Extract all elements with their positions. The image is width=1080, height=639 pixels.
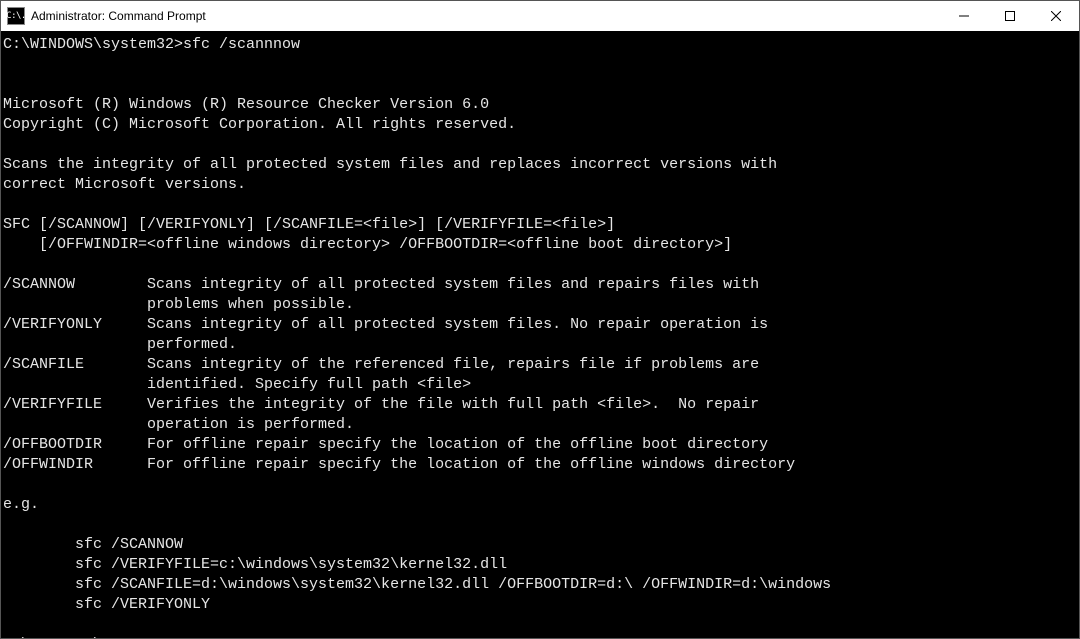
terminal-line: performed.: [3, 335, 1077, 355]
terminal-line: e.g.: [3, 495, 1077, 515]
terminal-line: [3, 255, 1077, 275]
terminal-line: /OFFWINDIR For offline repair specify th…: [3, 455, 1077, 475]
maximize-icon: [1005, 11, 1015, 21]
terminal-line: SFC [/SCANNOW] [/VERIFYONLY] [/SCANFILE=…: [3, 215, 1077, 235]
command-prompt-window: C:\. Administrator: Command Prompt C:\WI…: [0, 0, 1080, 639]
terminal-line: /OFFBOOTDIR For offline repair specify t…: [3, 435, 1077, 455]
terminal-line: C:\WINDOWS\system32>: [3, 635, 1077, 638]
terminal-line: [3, 135, 1077, 155]
terminal-line: [3, 75, 1077, 95]
window-title: Administrator: Command Prompt: [31, 9, 206, 23]
titlebar[interactable]: C:\. Administrator: Command Prompt: [1, 1, 1079, 31]
terminal-line: /SCANNOW Scans integrity of all protecte…: [3, 275, 1077, 295]
terminal-line: problems when possible.: [3, 295, 1077, 315]
terminal-line: [/OFFWINDIR=<offline windows directory> …: [3, 235, 1077, 255]
terminal-line: [3, 55, 1077, 75]
maximize-button[interactable]: [987, 1, 1033, 31]
terminal-line: sfc /VERIFYFILE=c:\windows\system32\kern…: [3, 555, 1077, 575]
cmd-icon: C:\.: [7, 7, 25, 25]
terminal-line: /VERIFYONLY Scans integrity of all prote…: [3, 315, 1077, 335]
minimize-button[interactable]: [941, 1, 987, 31]
terminal-line: [3, 195, 1077, 215]
terminal-line: sfc /SCANFILE=d:\windows\system32\kernel…: [3, 575, 1077, 595]
terminal-line: [3, 615, 1077, 635]
terminal-line: sfc /SCANNOW: [3, 535, 1077, 555]
minimize-icon: [959, 11, 969, 21]
window-controls: [941, 1, 1079, 31]
terminal-line: Copyright (C) Microsoft Corporation. All…: [3, 115, 1077, 135]
close-button[interactable]: [1033, 1, 1079, 31]
terminal-line: sfc /VERIFYONLY: [3, 595, 1077, 615]
terminal-line: identified. Specify full path <file>: [3, 375, 1077, 395]
terminal-line: /SCANFILE Scans integrity of the referen…: [3, 355, 1077, 375]
close-icon: [1051, 11, 1061, 21]
terminal-line: C:\WINDOWS\system32>sfc /scannnow: [3, 35, 1077, 55]
terminal-line: Microsoft (R) Windows (R) Resource Check…: [3, 95, 1077, 115]
terminal-line: Scans the integrity of all protected sys…: [3, 155, 1077, 175]
terminal-line: operation is performed.: [3, 415, 1077, 435]
terminal-output[interactable]: C:\WINDOWS\system32>sfc /scannnow Micros…: [1, 31, 1079, 638]
terminal-line: [3, 475, 1077, 495]
terminal-line: /VERIFYFILE Verifies the integrity of th…: [3, 395, 1077, 415]
terminal-line: [3, 515, 1077, 535]
terminal-line: correct Microsoft versions.: [3, 175, 1077, 195]
